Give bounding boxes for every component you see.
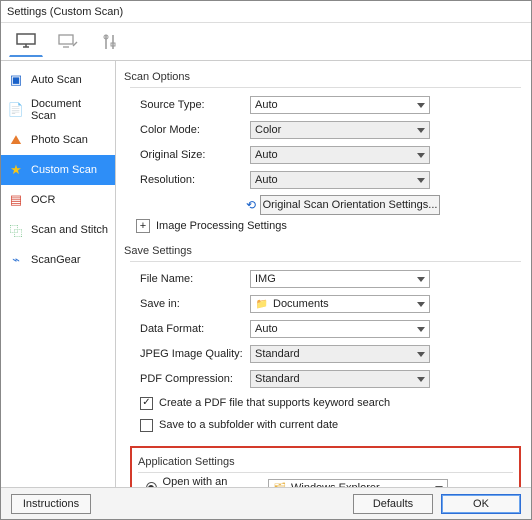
sidebar-item-label: Custom Scan [31, 164, 97, 176]
original-size-select[interactable]: Auto [250, 146, 430, 164]
sidebar-item-auto-scan[interactable]: ▣ Auto Scan [1, 65, 115, 95]
color-mode-label: Color Mode: [130, 124, 250, 136]
pdf-keyword-label: Create a PDF file that supports keyword … [159, 397, 390, 409]
orientation-settings-button[interactable]: Original Scan Orientation Settings... [260, 195, 440, 215]
color-mode-select[interactable]: Color [250, 121, 430, 139]
tab-general-settings[interactable] [93, 27, 127, 57]
subfolder-label: Save to a subfolder with current date [159, 419, 338, 431]
monitor-icon [15, 32, 37, 50]
application-settings-highlight: Application Settings Open with an applic… [130, 446, 521, 487]
resolution-select[interactable]: Auto [250, 171, 430, 189]
sidebar-item-scan-stitch[interactable]: ⿻ Scan and Stitch [1, 215, 115, 245]
file-name-label: File Name: [130, 273, 250, 285]
sidebar-item-custom-scan[interactable]: ★ Custom Scan [1, 155, 115, 185]
defaults-button[interactable]: Defaults [353, 494, 433, 514]
toolbar [1, 23, 531, 61]
monitor-arrow-icon [57, 33, 79, 51]
save-in-label: Save in: [130, 298, 250, 310]
jpeg-quality-select[interactable]: Standard [250, 345, 430, 363]
ocr-icon: ▤ [7, 191, 25, 209]
sidebar-item-label: Document Scan [31, 98, 109, 122]
explorer-icon: 🗂 [273, 481, 287, 487]
sidebar-item-ocr[interactable]: ▤ OCR [1, 185, 115, 215]
subfolder-checkbox[interactable] [140, 419, 153, 432]
sidebar-item-photo-scan[interactable]: ⛰ Photo Scan [1, 125, 115, 155]
sidebar-item-label: ScanGear [31, 254, 81, 266]
photo-icon: ⛰ [7, 131, 25, 149]
original-size-label: Original Size: [130, 149, 250, 161]
jpeg-quality-label: JPEG Image Quality: [130, 348, 250, 360]
instructions-button[interactable]: Instructions [11, 494, 91, 514]
plus-icon: + [136, 219, 150, 233]
resolution-label: Resolution: [130, 174, 250, 186]
ok-button[interactable]: OK [441, 494, 521, 514]
settings-window: Settings (Custom Scan) ▣ Auto Scan 📄 Doc… [0, 0, 532, 520]
footer: Instructions Defaults OK [1, 487, 531, 519]
document-icon: 📄 [7, 101, 25, 119]
source-type-label: Source Type: [130, 99, 250, 111]
tab-scan-from-panel[interactable] [51, 27, 85, 57]
save-in-select[interactable]: 📁 Documents [250, 295, 430, 313]
sidebar-item-label: Photo Scan [31, 134, 88, 146]
folder-icon: 📁 [255, 297, 269, 311]
reset-icon[interactable]: ⟲ [246, 198, 256, 212]
pdf-keyword-checkbox[interactable]: ✓ [140, 397, 153, 410]
data-format-select[interactable]: Auto [250, 320, 430, 338]
scan-options-title: Scan Options [124, 71, 521, 83]
sidebar-item-label: Scan and Stitch [31, 224, 108, 236]
scan-options-group: Source Type: Auto Color Mode: Color Orig… [130, 87, 521, 241]
pdf-compression-select[interactable]: Standard [250, 370, 430, 388]
auto-scan-icon: ▣ [7, 71, 25, 89]
save-settings-group: File Name: IMG Save in: 📁 Documents Data… [130, 261, 521, 440]
pdf-compression-label: PDF Compression: [130, 373, 250, 385]
star-icon: ★ [7, 161, 25, 179]
app-settings-title: Application Settings [138, 456, 513, 468]
file-name-input[interactable]: IMG [250, 270, 430, 288]
body: ▣ Auto Scan 📄 Document Scan ⛰ Photo Scan… [1, 61, 531, 487]
sidebar-item-document-scan[interactable]: 📄 Document Scan [1, 95, 115, 125]
image-processing-expander[interactable]: + Image Processing Settings [136, 219, 521, 233]
main-panel: Scan Options Source Type: Auto Color Mod… [116, 61, 531, 487]
stitch-icon: ⿻ [7, 221, 25, 239]
sidebar: ▣ Auto Scan 📄 Document Scan ⛰ Photo Scan… [1, 61, 116, 487]
open-with-select[interactable]: 🗂 Windows Explorer [268, 479, 448, 487]
sidebar-item-label: OCR [31, 194, 55, 206]
open-with-label: Open with an application: [163, 476, 268, 487]
sidebar-item-scangear[interactable]: ⌁ ScanGear [1, 245, 115, 275]
data-format-label: Data Format: [130, 323, 250, 335]
source-type-select[interactable]: Auto [250, 96, 430, 114]
sidebar-item-label: Auto Scan [31, 74, 82, 86]
scanner-icon: ⌁ [7, 251, 25, 269]
window-title: Settings (Custom Scan) [1, 1, 531, 23]
save-settings-title: Save Settings [124, 245, 521, 257]
tools-icon [99, 33, 121, 51]
tab-scan-from-computer[interactable] [9, 27, 43, 57]
image-processing-label: Image Processing Settings [156, 220, 287, 232]
